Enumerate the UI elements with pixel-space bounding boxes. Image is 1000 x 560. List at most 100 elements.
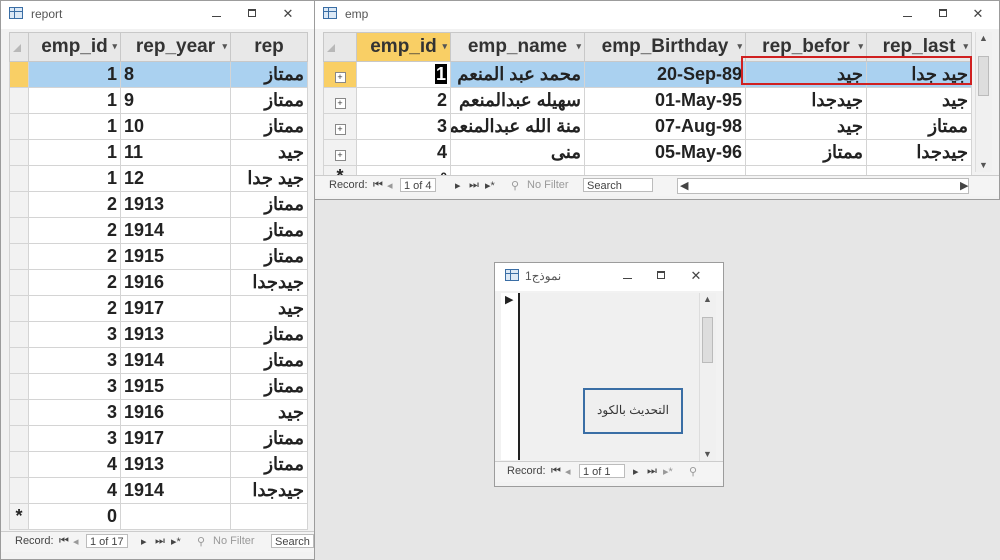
column-header-emp-name[interactable]: emp_name ▾ <box>450 32 585 62</box>
table-row[interactable]: 4 1914 جيدجدا <box>9 477 308 504</box>
cell-rep-befor[interactable]: ممتاز <box>745 139 867 166</box>
search-input[interactable]: Search <box>271 534 314 548</box>
cell-rep[interactable]: ممتاز <box>230 191 308 218</box>
first-record-icon[interactable]: ⏮ <box>59 535 69 548</box>
column-header-rep-befor[interactable]: rep_befor ▾ <box>745 32 867 62</box>
cell-rep-year[interactable]: 1915 <box>120 373 231 400</box>
select-all-corner[interactable] <box>323 32 357 62</box>
next-record-icon[interactable]: ▸ <box>141 535 147 548</box>
last-record-icon[interactable]: ⏭ <box>469 179 479 192</box>
table-row[interactable]: 1 11 جيد <box>9 139 308 166</box>
emp-titlebar[interactable]: emp ✕ <box>315 1 999 29</box>
table-row[interactable]: 2 1915 ممتاز <box>9 243 308 270</box>
cell-emp-name[interactable]: سهيله عبدالمنعم <box>450 87 585 114</box>
maximize-icon[interactable] <box>935 5 953 23</box>
cell-emp-id[interactable]: 1 <box>28 139 121 166</box>
row-selector[interactable] <box>9 61 29 88</box>
cell-emp-id[interactable]: 3 <box>28 321 121 348</box>
cell-rep-year[interactable]: 1916 <box>120 399 231 426</box>
cell-rep-befor[interactable]: جيدجدا <box>745 87 867 114</box>
row-selector[interactable] <box>9 217 29 244</box>
cell-rep-year[interactable]: 1916 <box>120 269 231 296</box>
cell-rep-year[interactable]: 10 <box>120 113 231 140</box>
previous-record-icon[interactable]: ◂ <box>73 535 79 548</box>
row-selector[interactable] <box>9 295 29 322</box>
row-selector[interactable] <box>9 269 29 296</box>
cell-rep-befor[interactable]: جيد <box>745 61 867 88</box>
current-record-field[interactable]: 1 of 1 <box>579 464 625 478</box>
cell-emp-id[interactable]: 1 <box>356 61 451 88</box>
current-record-field[interactable]: 1 of 17 <box>86 534 128 548</box>
next-record-icon[interactable]: ▸ <box>455 179 461 192</box>
filter-icon[interactable]: ⚲ <box>511 179 519 192</box>
cell-rep-year[interactable] <box>120 503 231 530</box>
minimize-icon[interactable] <box>208 5 226 23</box>
table-row[interactable]: 1 9 ممتاز <box>9 87 308 114</box>
column-header-emp-id[interactable]: emp_id ▾ <box>356 32 451 62</box>
cell-emp-id[interactable]: 4 <box>28 451 121 478</box>
cell-emp-id[interactable]: 2 <box>28 217 121 244</box>
table-row[interactable]: 2 1914 ممتاز <box>9 217 308 244</box>
table-row[interactable]: 3 1914 ممتاز <box>9 347 308 374</box>
row-selector[interactable] <box>9 87 29 114</box>
cell-rep-year[interactable]: 8 <box>120 61 231 88</box>
cell-emp-id[interactable]: 4 <box>356 139 451 166</box>
cell-rep[interactable]: ممتاز <box>230 451 308 478</box>
row-selector[interactable] <box>9 321 29 348</box>
cell-rep-year[interactable]: 1914 <box>120 347 231 374</box>
current-record-field[interactable]: 1 of 4 <box>400 178 436 192</box>
cell-rep-last[interactable]: جيد <box>866 87 972 114</box>
row-selector[interactable]: + <box>323 87 357 114</box>
row-selector[interactable] <box>9 243 29 270</box>
maximize-icon[interactable] <box>653 267 671 285</box>
row-selector[interactable] <box>9 477 29 504</box>
filter-icon[interactable]: ⚲ <box>689 465 697 478</box>
column-header-rep[interactable]: rep <box>230 32 308 62</box>
expand-plus-icon[interactable]: + <box>334 150 346 161</box>
report-titlebar[interactable]: report ✕ <box>1 1 314 29</box>
cell-emp-name[interactable]: محمد عبد المنعم <box>450 61 585 88</box>
cell-rep[interactable]: ممتاز <box>230 61 308 88</box>
cell-emp-name[interactable]: منى <box>450 139 585 166</box>
column-header-rep-last[interactable]: rep_last ▾ <box>866 32 972 62</box>
update-by-code-button[interactable]: التحديث بالكود <box>583 388 683 434</box>
table-row[interactable]: 3 1913 ممتاز <box>9 321 308 348</box>
cell-rep[interactable] <box>230 503 308 530</box>
column-header-emp-id[interactable]: emp_id ▾ <box>28 32 121 62</box>
form-titlebar[interactable]: نموذج1 ✕ <box>495 263 723 291</box>
row-selector[interactable]: + <box>323 61 357 88</box>
cell-emp-id[interactable]: 2 <box>28 243 121 270</box>
cell-rep-year[interactable]: 1913 <box>120 321 231 348</box>
expand-plus-icon[interactable]: + <box>334 98 346 109</box>
cell-emp-id[interactable]: 0 <box>28 503 121 530</box>
cell-rep[interactable]: ممتاز <box>230 113 308 140</box>
scrollbar-thumb[interactable] <box>978 56 989 96</box>
close-icon[interactable]: ✕ <box>969 5 987 23</box>
cell-rep-year[interactable]: 1917 <box>120 295 231 322</box>
form-vertical-scrollbar[interactable]: ▲ ▼ <box>699 293 716 461</box>
table-row[interactable]: 2 1917 جيد <box>9 295 308 322</box>
row-selector[interactable]: + <box>323 113 357 140</box>
cell-emp-birthday[interactable]: 07-Aug-98 <box>584 113 746 140</box>
cell-emp-id[interactable]: 3 <box>356 113 451 140</box>
close-icon[interactable]: ✕ <box>687 267 705 285</box>
previous-record-icon[interactable]: ◂ <box>387 179 393 192</box>
scrollbar-thumb[interactable] <box>702 317 713 363</box>
cell-emp-id[interactable]: 1 <box>28 87 121 114</box>
table-row[interactable]: +2 سهيله عبدالمنعم 01-May-95 جيدجدا جيد <box>323 87 972 114</box>
cell-emp-id[interactable]: 3 <box>28 425 121 452</box>
table-row[interactable]: 3 1915 ممتاز <box>9 373 308 400</box>
cell-rep-last[interactable]: ممتاز <box>866 113 972 140</box>
cell-rep-year[interactable]: 1914 <box>120 217 231 244</box>
cell-emp-id[interactable]: 3 <box>28 373 121 400</box>
new-record-row[interactable]: *0 <box>9 503 308 530</box>
filter-icon[interactable]: ⚲ <box>197 535 205 548</box>
row-selector[interactable]: + <box>323 139 357 166</box>
cell-rep-year[interactable]: 1914 <box>120 477 231 504</box>
cell-rep-year[interactable]: 1913 <box>120 191 231 218</box>
cell-rep[interactable]: جيد <box>230 295 308 322</box>
last-record-icon[interactable]: ⏭ <box>155 535 165 548</box>
scroll-right-icon[interactable]: ▶ <box>960 179 968 192</box>
table-row[interactable]: 3 1917 ممتاز <box>9 425 308 452</box>
cell-rep-year[interactable]: 11 <box>120 139 231 166</box>
